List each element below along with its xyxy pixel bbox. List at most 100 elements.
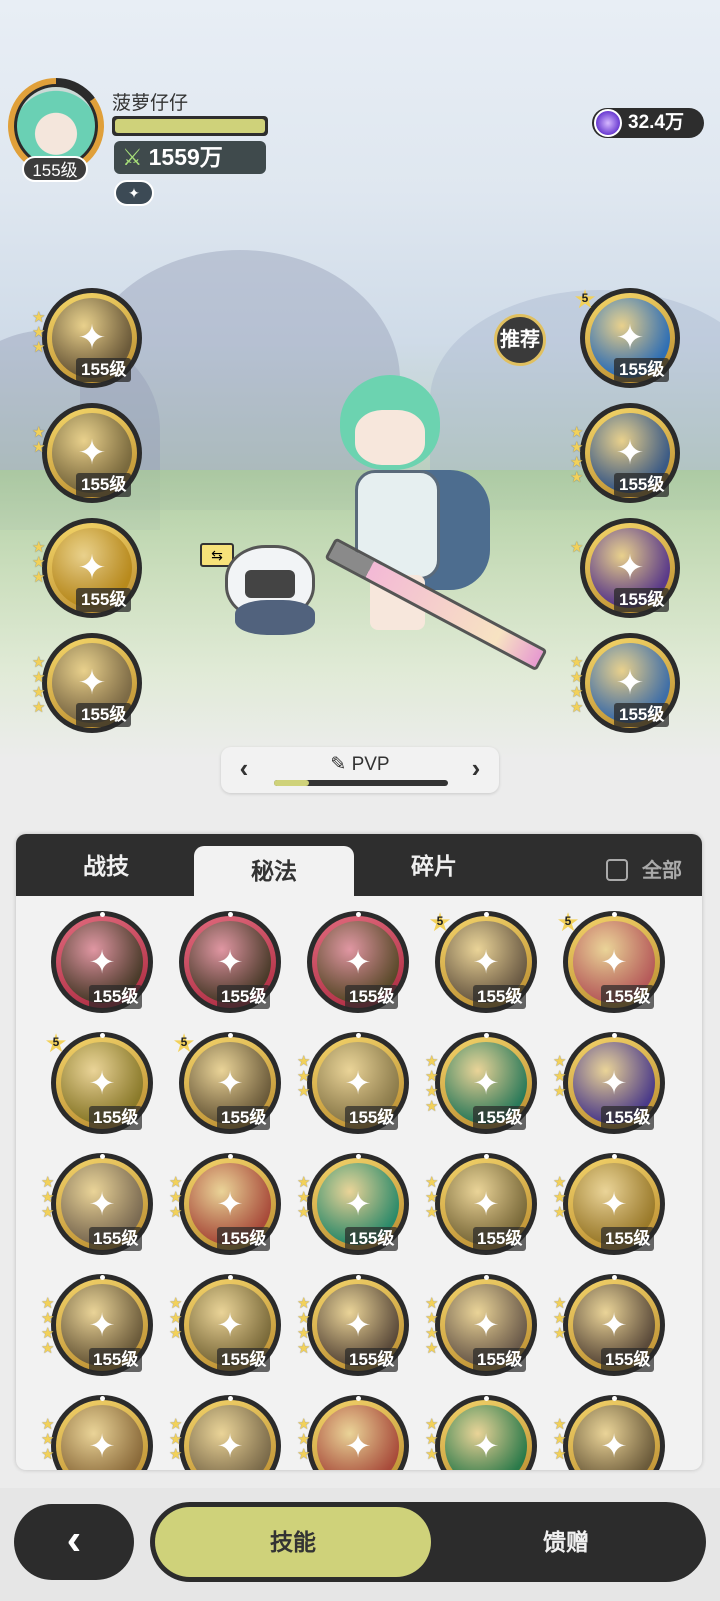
stars-icon: ★ ★ ★ ★	[425, 1295, 439, 1357]
skill-grid-item[interactable]: ✦ ★ ★ ★	[553, 1395, 665, 1470]
skill-grid-item[interactable]: ✦ 155级 ★ ★ ★	[553, 1032, 665, 1134]
skill-grid-item[interactable]: ✦ 155级 ★ ★ ★	[41, 1153, 153, 1255]
skill-level: 155级	[89, 985, 143, 1009]
skill-grid-item[interactable]: ✦ 155级 ★ ★ ★	[297, 1153, 409, 1255]
equipped-skill-right-1[interactable]: ✦ 155级 ★ 5	[573, 286, 680, 388]
stars-icon: ★ ★ ★ ★	[32, 654, 46, 716]
recommend-button[interactable]: 推荐	[494, 314, 546, 366]
equipped-skill-right-4[interactable]: ✦ 155级 ★ ★ ★ ★	[570, 633, 680, 733]
skill-level: 155级	[76, 358, 132, 382]
currency-display[interactable]: 32.4万	[592, 108, 704, 138]
skill-level: 155级	[473, 1227, 527, 1251]
skill-level: 155级	[76, 588, 132, 612]
stars-icon: ★ ★ ★	[169, 1295, 183, 1342]
gift-tab-button[interactable]: 馈赠	[431, 1507, 701, 1577]
player-hp-bar	[112, 116, 268, 136]
user-plus-icon: ✦	[573, 1405, 655, 1470]
stars-icon: ★ ★ ★	[553, 1295, 567, 1342]
skill-grid-item[interactable]: ✦ 155级	[51, 911, 153, 1013]
skill-level: 155级	[614, 358, 670, 382]
skill-level: 155级	[614, 588, 670, 612]
skill-grid-item[interactable]: ✦ 155级 ★ ★ ★	[425, 1153, 537, 1255]
skill-level: 155级	[473, 1106, 527, 1130]
mode-selector: ‹ ✎ PVP ›	[221, 747, 499, 793]
five-star-badge-icon: ★ 5	[556, 907, 580, 937]
power-icon: ⚔	[122, 144, 143, 170]
equipped-skill-right-2[interactable]: ✦ 155级 ★ ★ ★ ★	[570, 403, 680, 503]
pet-character	[215, 545, 330, 635]
skill-grid-item[interactable]: ✦ 155级 ★ 5	[556, 909, 665, 1013]
skill-level: 155级	[345, 1348, 399, 1372]
green-cross-icon: ✦	[445, 1405, 527, 1470]
tab-arcana[interactable]: 秘法	[194, 846, 354, 896]
skill-grid-item[interactable]: ✦ ★ ★ ★	[297, 1395, 409, 1470]
skill-grid-item[interactable]: ✦ ★ ★ ★	[169, 1395, 281, 1470]
tab-combat[interactable]: 战技	[26, 834, 186, 896]
skill-tab-button[interactable]: 技能	[155, 1507, 431, 1577]
five-star-badge-icon: ★ 5	[44, 1028, 68, 1058]
stars-icon: ★ ★ ★	[553, 1174, 567, 1221]
equipped-skill-right-3[interactable]: ✦ 155级 ★	[570, 518, 680, 618]
skill-grid-item[interactable]: ✦ 155级 ★ ★ ★	[553, 1274, 665, 1376]
skill-grid-item[interactable]: ✦ 155级 ★ ★ ★	[169, 1274, 281, 1376]
skill-level: 155级	[614, 473, 670, 497]
next-mode-button[interactable]: ›	[461, 753, 491, 784]
tab-bar: 战技 秘法 碎片 全部	[16, 834, 702, 896]
skill-grid-item[interactable]: ✦ 155级 ★ 5	[44, 1030, 153, 1134]
skill-level: 155级	[89, 1348, 143, 1372]
skill-level: 155级	[217, 1227, 271, 1251]
tab-fragments[interactable]: 碎片	[354, 834, 514, 896]
skill-grid-item[interactable]: ✦ 155级	[307, 911, 409, 1013]
stars-icon: ★ ★ ★ ★	[570, 654, 584, 716]
stars-icon: ★ ★	[32, 424, 46, 456]
skill-grid-item[interactable]: ✦ 155级 ★ ★ ★ ★	[425, 1274, 537, 1376]
stars-icon: ★ ★ ★ ★	[570, 424, 584, 486]
player-name: 菠萝仔仔	[112, 93, 189, 114]
skill-level: 155级	[345, 1227, 399, 1251]
equipped-skill-left-4[interactable]: ✦ 155级 ★ ★ ★ ★	[32, 633, 142, 733]
stars-icon: ★ ★ ★	[297, 1416, 311, 1463]
five-star-badge-icon: ★ 5	[172, 1028, 196, 1058]
skill-grid-item[interactable]: ✦ ★ ★ ★	[425, 1395, 537, 1470]
skill-grid-item[interactable]: ✦ 155级 ★ ★ ★ ★	[425, 1032, 537, 1134]
mode-label: PVP	[351, 754, 390, 775]
equipped-skill-left-2[interactable]: ✦ 155级 ★ ★	[32, 403, 142, 503]
bottom-bar: ‹ 技能 馈赠	[0, 1488, 720, 1601]
five-star-badge-icon: ★ 5	[428, 907, 452, 937]
skill-level: 155级	[601, 985, 655, 1009]
skill-grid-item[interactable]: ✦ ★ ★ ★	[41, 1395, 153, 1470]
stars-icon: ★ ★ ★	[169, 1416, 183, 1463]
class-badge-icon[interactable]: ✦	[114, 180, 154, 206]
stars-icon: ★ ★ ★	[32, 309, 46, 356]
skill-grid-item[interactable]: ✦ 155级 ★ 5	[172, 1030, 281, 1134]
stars-icon: ★ ★ ★	[41, 1174, 55, 1221]
skill-grid-item[interactable]: ✦ 155级 ★ ★ ★ ★	[297, 1274, 409, 1376]
skill-level: 155级	[217, 1348, 271, 1372]
stars-icon: ★ ★ ★	[169, 1174, 183, 1221]
skill-grid-item[interactable]: ✦ 155级 ★ ★ ★	[169, 1153, 281, 1255]
equipped-skill-left-1[interactable]: ✦ 155级 ★ ★ ★	[32, 288, 142, 388]
skill-grid-item[interactable]: ✦ 155级 ★ ★ ★	[297, 1032, 409, 1134]
skill-grid-item[interactable]: ✦ 155级 ★ ★ ★	[553, 1153, 665, 1255]
skill-level: 155级	[473, 985, 527, 1009]
back-button[interactable]: ‹	[14, 1504, 134, 1580]
skill-grid-item[interactable]: ✦ 155级	[179, 911, 281, 1013]
skill-level: 155级	[345, 985, 399, 1009]
skill-level: 155级	[89, 1227, 143, 1251]
bottom-tab-group: 技能 馈赠	[150, 1502, 706, 1582]
stars-icon: ★ ★ ★ ★	[425, 1053, 439, 1115]
stars-icon: ★ ★ ★	[297, 1053, 311, 1100]
skill-level: 155级	[217, 985, 271, 1009]
stars-icon: ★ ★ ★	[32, 539, 46, 586]
skill-grid-item[interactable]: ✦ 155级 ★ 5	[428, 909, 537, 1013]
skill-level: 155级	[614, 703, 670, 727]
wings-icon: ✦	[189, 1405, 271, 1470]
checkbox-icon[interactable]	[606, 859, 628, 881]
stars-icon: ★	[570, 539, 584, 556]
skill-level: 155级	[89, 1106, 143, 1130]
show-all-toggle[interactable]: 全部	[606, 854, 682, 883]
equipped-skill-left-3[interactable]: ✦ 155级 ★ ★ ★	[32, 518, 142, 618]
skill-grid-item[interactable]: ✦ 155级 ★ ★ ★ ★	[41, 1274, 153, 1376]
currency-value: 32.4万	[628, 112, 684, 133]
edit-icon[interactable]: ✎	[330, 754, 351, 775]
